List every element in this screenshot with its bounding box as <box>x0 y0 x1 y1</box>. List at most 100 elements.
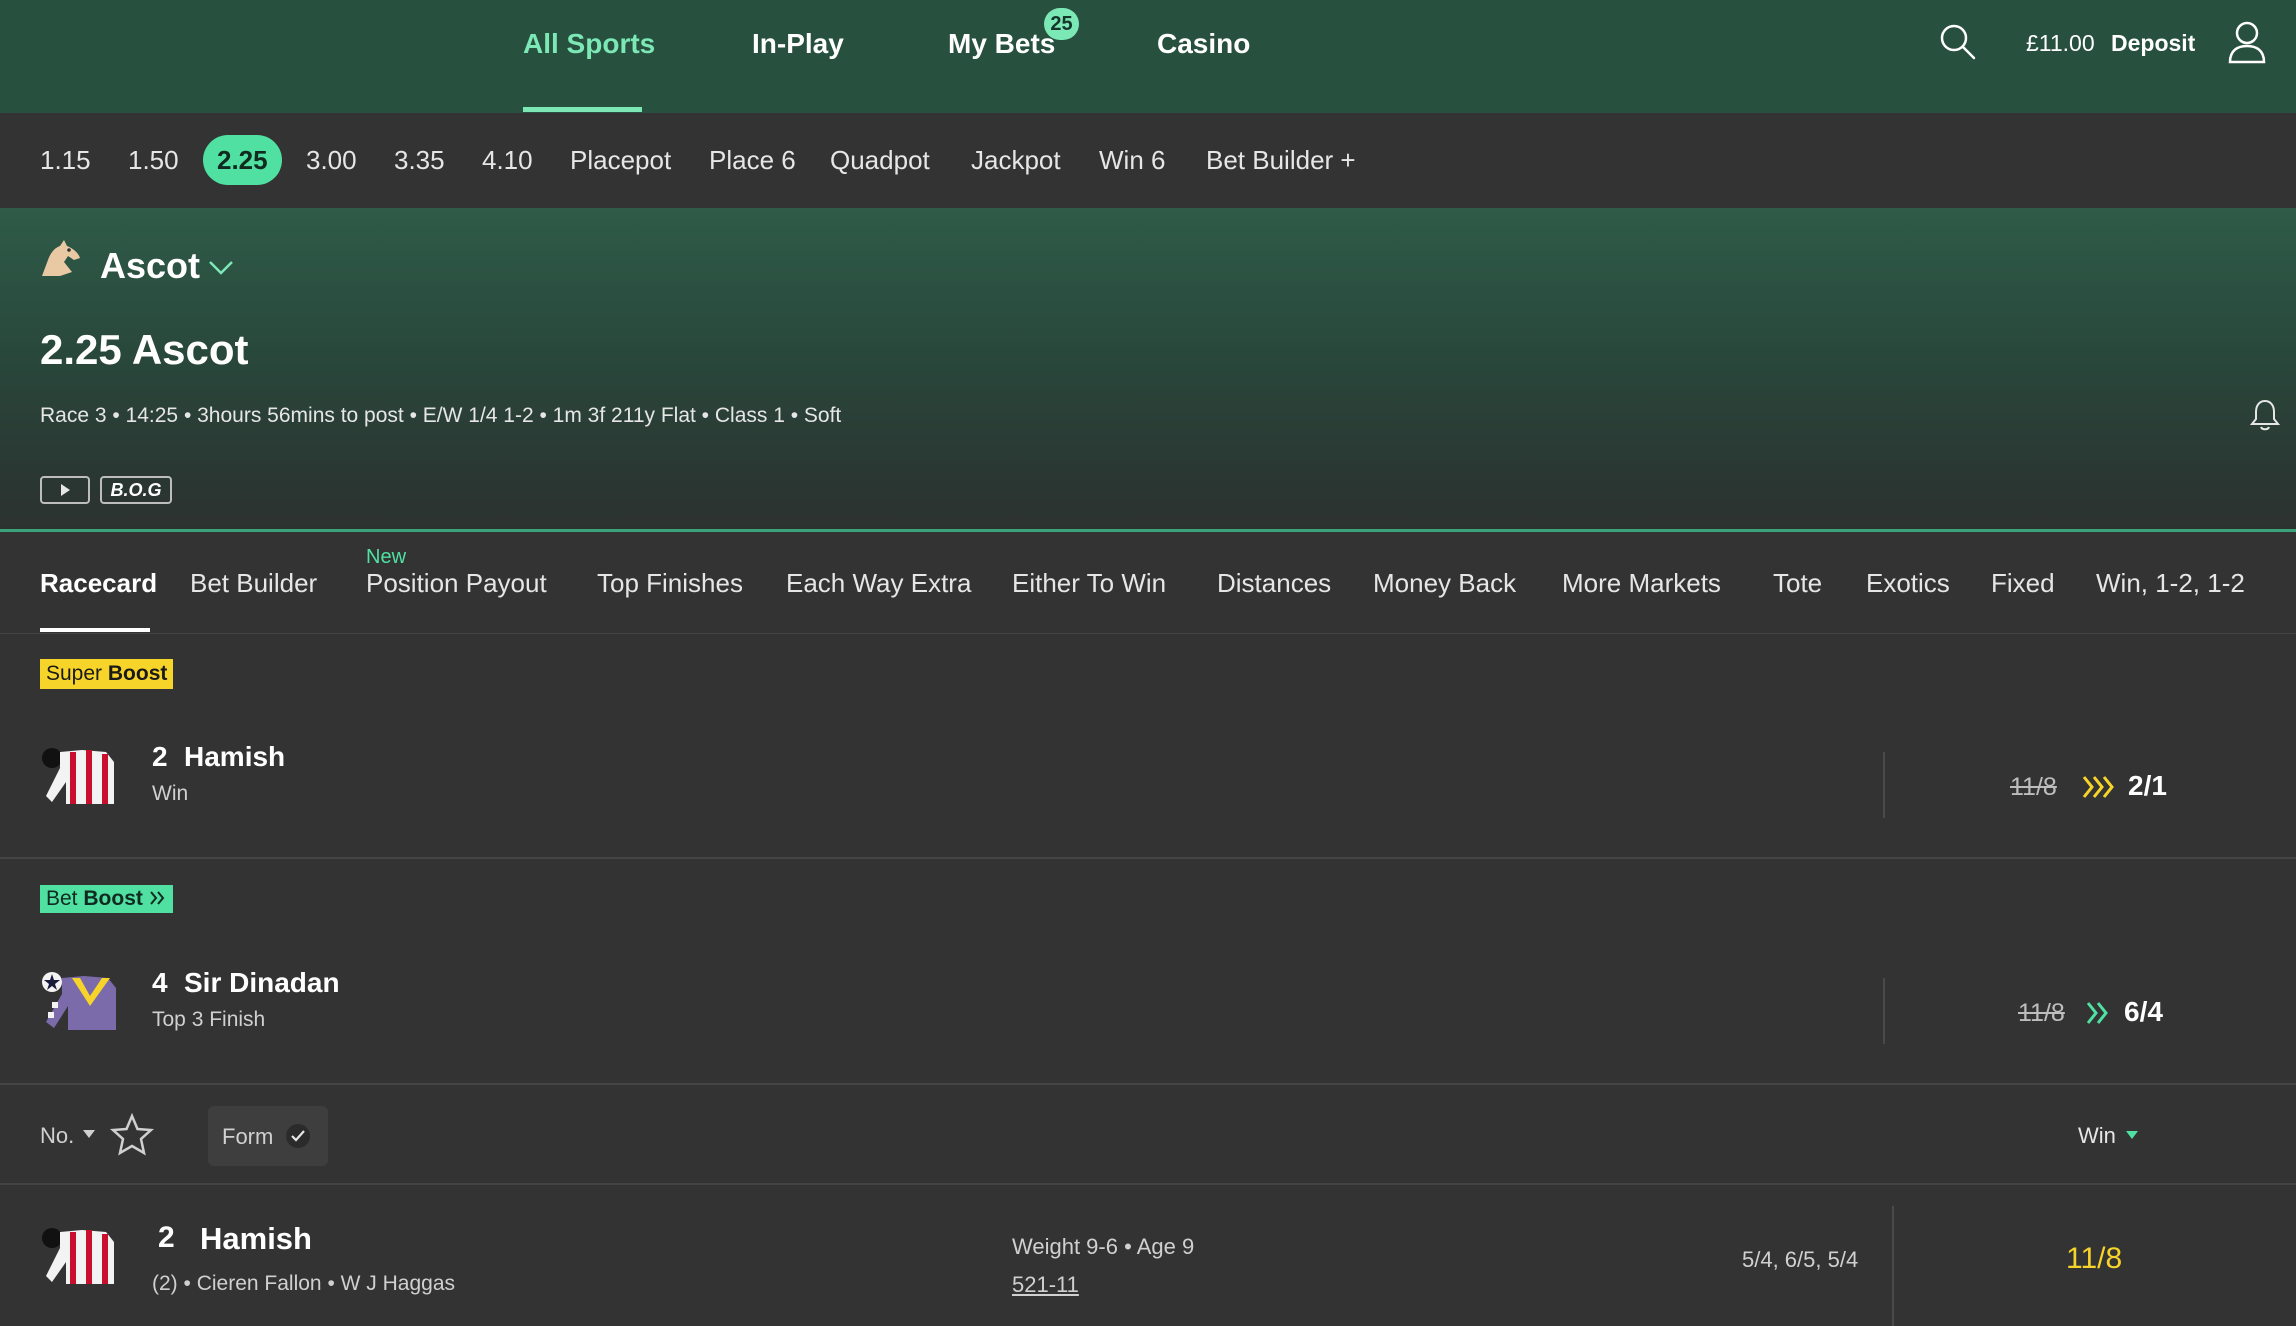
tab-position-payout[interactable]: Position Payout <box>366 568 547 599</box>
racecard-filter-bar: No. Form Win <box>0 1085 2296 1185</box>
old-odds: 11/8 <box>2010 773 2057 801</box>
account-icon[interactable] <box>2227 20 2267 64</box>
new-tag: New <box>366 546 407 568</box>
race-time-tab-active[interactable]: 2.25 <box>203 135 282 185</box>
check-circle-icon <box>286 1124 310 1148</box>
race-title: 2.25 Ascot <box>40 326 249 373</box>
bet-boost-label-b: Boost <box>83 887 143 910</box>
bet-type-placepot[interactable]: Placepot <box>570 145 671 176</box>
jockey-silks-icon <box>42 972 116 1030</box>
runner-draw: (2) <box>152 1272 178 1295</box>
runner-number: 2 <box>158 1221 175 1254</box>
play-icon <box>61 484 70 496</box>
old-odds: 11/8 <box>2018 999 2065 1027</box>
runner-name[interactable]: Hamish <box>200 1221 312 1257</box>
race-meta: Race 3 • 14:25 • 3hours 56mins to post •… <box>40 404 842 427</box>
nav-all-sports[interactable]: All Sports <box>523 28 655 60</box>
tab-bet-builder[interactable]: Bet Builder <box>190 568 317 599</box>
my-bets-count-badge: 25 <box>1044 8 1079 40</box>
boost-market: Win <box>152 782 189 805</box>
super-boost-arrows-icon <box>2082 776 2114 798</box>
race-header: Ascot 2.25 Ascot Race 3 • 14:25 • 3hours… <box>0 208 2296 532</box>
tab-fixed[interactable]: Fixed <box>1991 568 2055 599</box>
tab-each-way-extra[interactable]: Each Way Extra <box>786 568 971 599</box>
bet-type-quadpot[interactable]: Quadpot <box>830 145 930 176</box>
tab-exotics[interactable]: Exotics <box>1866 568 1950 599</box>
super-boost-badge: Super Boost <box>40 659 174 689</box>
deposit-button[interactable]: Deposit <box>2111 30 2195 57</box>
super-boost-label-b: Boost <box>107 662 168 685</box>
tab-tote[interactable]: Tote <box>1773 568 1822 599</box>
runner-weight: Weight 9-6 <box>1012 1234 1118 1259</box>
boost-market: Top 3 Finish <box>152 1008 266 1031</box>
market-tabs: Racecard Bet Builder New Position Payout… <box>0 532 2296 634</box>
runner-weight-age: Weight 9-6 • Age 9 <box>1012 1234 1194 1260</box>
bet-boost-arrows-icon <box>2086 1002 2108 1024</box>
bell-icon[interactable] <box>2249 398 2281 432</box>
bog-badge: B.O.G <box>100 476 172 504</box>
tab-active-underline <box>40 628 150 632</box>
course-selector[interactable]: Ascot <box>100 245 200 287</box>
bet-boost-label-a: Bet <box>46 887 78 910</box>
tab-distances[interactable]: Distances <box>1217 568 1331 599</box>
boost-runner-number: 2 <box>152 741 168 772</box>
bet-type-bet-builder-plus[interactable]: Bet Builder + <box>1206 145 1356 176</box>
runner-jockey: Cieren Fallon <box>196 1272 322 1295</box>
tab-more-markets[interactable]: More Markets <box>1562 568 1721 599</box>
form-toggle-label: Form <box>222 1124 274 1149</box>
double-chevron-icon <box>149 891 165 905</box>
nav-in-play[interactable]: In-Play <box>752 28 844 60</box>
boost-runner-number: 4 <box>152 967 168 998</box>
super-boost-label-a: Super <box>46 662 103 685</box>
market-select-dropdown[interactable]: Win <box>2078 1123 2116 1149</box>
bet-type-place6[interactable]: Place 6 <box>709 145 796 176</box>
jockey-silks-icon <box>42 1228 114 1284</box>
runner-age: Age 9 <box>1136 1234 1195 1259</box>
watch-stream-button[interactable] <box>40 476 90 504</box>
caret-down-icon[interactable] <box>82 1129 96 1139</box>
nav-casino[interactable]: Casino <box>1157 28 1250 60</box>
column-divider <box>1883 752 1885 818</box>
separator-dot: • <box>1124 1234 1137 1259</box>
horse-racing-icon <box>42 240 80 276</box>
chevron-down-icon[interactable] <box>208 260 234 276</box>
nav-active-underline <box>523 107 642 112</box>
caret-down-icon[interactable] <box>2125 1130 2139 1140</box>
bet-type-win6[interactable]: Win 6 <box>1099 145 1165 176</box>
runner-previous-prices: 5/4, 6/5, 5/4 <box>1742 1247 1859 1272</box>
runner-details: (2) • Cieren Fallon • W J Haggas <box>152 1272 455 1296</box>
top-nav: All Sports In-Play My Bets 25 Casino £11… <box>0 0 2296 113</box>
race-time-tab[interactable]: 1.15 <box>40 145 91 176</box>
column-divider <box>1883 978 1885 1044</box>
jockey-silks-icon <box>42 748 114 804</box>
runner-price-button[interactable]: 11/8 <box>2066 1242 2122 1276</box>
tab-either-to-win[interactable]: Either To Win <box>1012 568 1166 599</box>
boost-runner-name: Sir Dinadan <box>184 967 340 998</box>
bet-type-jackpot[interactable]: Jackpot <box>971 145 1061 176</box>
separator-dot: • <box>183 1272 197 1295</box>
tab-top-finishes[interactable]: Top Finishes <box>597 568 743 599</box>
bet-boost-price-button[interactable]: 6/4 <box>2124 996 2163 1028</box>
tab-money-back[interactable]: Money Back <box>1373 568 1516 599</box>
account-balance[interactable]: £11.00 <box>2026 30 2095 57</box>
race-time-tab[interactable]: 3.35 <box>394 145 445 176</box>
form-toggle-button[interactable]: Form <box>208 1106 328 1166</box>
column-divider <box>1892 1206 1894 1326</box>
bet-boost-badge: Bet Boost <box>40 885 173 913</box>
boost-runner-name: Hamish <box>184 741 286 772</box>
runner-trainer: W J Haggas <box>340 1272 456 1295</box>
tab-racecard[interactable]: Racecard <box>40 568 157 599</box>
race-time-tab[interactable]: 3.00 <box>306 145 357 176</box>
section-divider <box>0 857 2296 859</box>
search-icon[interactable] <box>1938 22 1978 62</box>
race-times-bar: 1.15 1.50 2.25 3.00 3.35 4.10 Placepot P… <box>0 113 2296 208</box>
super-boost-price-button[interactable]: 2/1 <box>2128 770 2167 802</box>
race-time-tab[interactable]: 1.50 <box>128 145 179 176</box>
star-icon[interactable] <box>110 1113 154 1157</box>
race-time-tab[interactable]: 4.10 <box>482 145 533 176</box>
separator-dot: • <box>327 1272 341 1295</box>
runner-form-link[interactable]: 521-11 <box>1012 1272 1079 1298</box>
nav-my-bets[interactable]: My Bets <box>948 28 1055 60</box>
sort-by-number-dropdown[interactable]: No. <box>40 1123 74 1149</box>
tab-win-1-2[interactable]: Win, 1-2, 1-2 <box>2096 568 2245 599</box>
